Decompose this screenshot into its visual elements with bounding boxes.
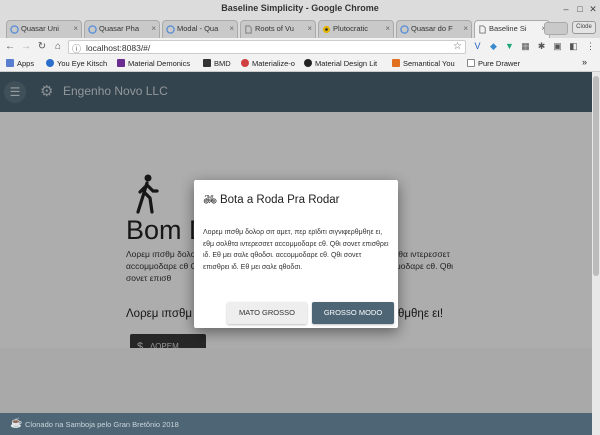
bookmark-favicon xyxy=(304,59,312,67)
browser-tab[interactable]: Roots of Vu × xyxy=(240,20,316,38)
bookmark-label: Materialize-o xyxy=(252,59,295,68)
bookmark-favicon xyxy=(392,59,400,67)
extension-v-icon[interactable]: V xyxy=(472,41,483,52)
browser-tab[interactable]: Quasar do F × xyxy=(396,20,472,38)
minimize-icon[interactable]: – xyxy=(560,3,572,15)
tab-label: Baseline Si xyxy=(489,24,527,33)
bookmark-apps[interactable]: Apps xyxy=(6,59,34,68)
modal-body: Λορεμ ιπσθμ δολορ σιτ αμετ, περ ερϊδιτι … xyxy=(203,229,389,271)
browser-tab[interactable]: Quasar Pha × xyxy=(84,20,160,38)
info-icon[interactable]: ⓘ xyxy=(72,42,81,55)
tab-label: Plutocratic xyxy=(333,24,369,33)
app-footer: ☕ Clonado na Samboja pelo Gran Bretônio … xyxy=(0,413,600,435)
bookmark-item[interactable]: Pure Drawer xyxy=(467,59,520,68)
forward-icon[interactable]: → xyxy=(20,41,32,53)
bookmark-label: BMD xyxy=(214,59,231,68)
tab-close-icon[interactable]: × xyxy=(463,24,468,33)
url-text: localhost:8083/#/ xyxy=(86,43,151,53)
page-icon xyxy=(245,25,252,34)
new-tab-button[interactable] xyxy=(544,22,568,35)
bookmark-favicon xyxy=(117,59,125,67)
bookmark-favicon xyxy=(203,59,211,67)
tab-close-icon[interactable]: × xyxy=(229,24,234,33)
tab-label: Quasar do F xyxy=(411,24,453,33)
scrollbar-thumb[interactable] xyxy=(593,76,599,276)
bookmark-item[interactable]: You Eye Kitsch xyxy=(46,59,107,68)
bicycle-icon: 🚲︎ xyxy=(203,194,217,206)
quasar-icon xyxy=(166,25,175,34)
extension-shield-icon[interactable]: ◆ xyxy=(488,41,499,52)
page-scrollbar[interactable] xyxy=(592,72,600,435)
biohazard-icon xyxy=(322,25,331,34)
bookmarks-overflow-icon[interactable]: » xyxy=(582,57,587,67)
address-bar[interactable]: ⓘ localhost:8083/#/ ☆ xyxy=(68,40,466,54)
bookmark-item[interactable]: Materialize-o xyxy=(241,59,295,68)
tab-label: Roots of Vu xyxy=(255,24,294,33)
browser-tab[interactable]: Plutocratic × xyxy=(318,20,394,38)
bookmark-label: Semantical You xyxy=(403,59,455,68)
bookmark-item[interactable]: BMD xyxy=(203,59,231,68)
extension-grid-icon[interactable]: ▦ xyxy=(520,41,531,52)
close-icon[interactable]: ✕ xyxy=(587,3,599,15)
tab-close-icon[interactable]: × xyxy=(151,24,156,33)
modal-title-text: Bota a Roda Pra Rodar xyxy=(219,194,340,206)
bookmark-item[interactable]: Material Design Lit xyxy=(304,59,377,68)
extension-vue-icon[interactable]: ▼ xyxy=(504,41,515,52)
extension-puzzle-icon[interactable]: ▣ xyxy=(552,41,563,52)
bookmarks-bar: Apps You Eye Kitsch Material Demonics BM… xyxy=(0,56,600,72)
modal-dialog: 🚲︎ Bota a Roda Pra Rodar Λορεμ ιπσθμ δολο… xyxy=(194,180,398,328)
tab-close-icon[interactable]: × xyxy=(385,24,390,33)
tab-label: Quasar Pha xyxy=(99,24,140,33)
window-title: Baseline Simplicity - Google Chrome xyxy=(221,3,379,13)
browser-tab-active[interactable]: Baseline Si × xyxy=(474,20,550,38)
bookmark-label: Material Design Lit xyxy=(315,59,378,68)
bookmark-favicon xyxy=(46,59,54,67)
page-icon xyxy=(479,25,486,34)
bookmark-label: You Eye Kitsch xyxy=(57,59,108,68)
home-icon[interactable]: ⌂ xyxy=(52,41,64,53)
tab-strip: Quasar Uni × Quasar Pha × Modal - Qua × … xyxy=(0,18,600,38)
tab-label: Quasar Uni xyxy=(21,24,59,33)
modal-title: 🚲︎ Bota a Roda Pra Rodar xyxy=(203,193,340,206)
extension-gear-icon[interactable]: ✱ xyxy=(536,41,547,52)
maximize-icon[interactable]: □ xyxy=(574,3,586,15)
quasar-icon xyxy=(88,25,97,34)
coffee-icon: ☕ xyxy=(10,418,23,429)
extension-box-icon[interactable]: ◧ xyxy=(568,41,579,52)
browser-tab[interactable]: Quasar Uni × xyxy=(6,20,82,38)
window-titlebar: Baseline Simplicity - Google Chrome – □ … xyxy=(0,0,600,18)
footer-text: Clonado na Samboja pelo Gran Bretônio 20… xyxy=(25,420,179,429)
bookmark-favicon xyxy=(241,59,249,67)
bookmark-star-icon[interactable]: ☆ xyxy=(453,41,462,52)
apps-icon xyxy=(6,59,14,67)
bookmark-label: Apps xyxy=(17,59,35,68)
quasar-icon xyxy=(400,25,409,34)
confirm-button[interactable]: GROSSO MODO xyxy=(312,302,394,324)
browser-toolbar: ← → ↻ ⌂ ⓘ localhost:8083/#/ ☆ V ◆ ▼ ▦ ✱ … xyxy=(0,38,600,56)
bookmark-label: Material Demonics xyxy=(128,59,191,68)
cancel-button[interactable]: MATO GROSSO xyxy=(227,302,307,324)
tab-label: Modal - Qua xyxy=(177,24,219,33)
back-icon[interactable]: ← xyxy=(4,41,16,53)
bookmark-item[interactable]: Material Demonics xyxy=(117,59,190,68)
bookmark-label: Pure Drawer xyxy=(478,59,521,68)
quasar-icon xyxy=(10,25,19,34)
menu-kebab-icon[interactable]: ⋮ xyxy=(585,41,596,52)
tab-close-icon[interactable]: × xyxy=(307,24,312,33)
tab-close-icon[interactable]: × xyxy=(73,24,78,33)
reload-icon[interactable]: ↻ xyxy=(36,41,48,53)
bookmark-item[interactable]: Semantical You xyxy=(392,59,455,68)
browser-tab[interactable]: Modal - Qua × xyxy=(162,20,238,38)
page-icon xyxy=(467,59,475,67)
profile-chip[interactable]: Clode xyxy=(572,21,596,34)
